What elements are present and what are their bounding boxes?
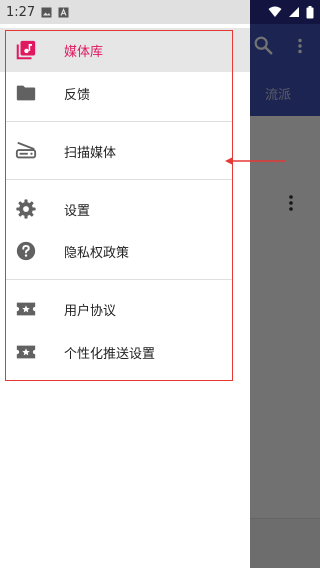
- annotation-highlight-box: [5, 30, 233, 381]
- image-icon: [41, 7, 52, 17]
- status-icons-right: [248, 0, 320, 24]
- status-time: 1:27: [6, 4, 36, 20]
- battery-icon: [306, 5, 314, 18]
- wifi-icon: [268, 6, 282, 17]
- cellular-icon: [289, 7, 299, 17]
- status-bar-left: 1:27: [0, 0, 250, 24]
- a-icon: [58, 7, 69, 17]
- annotation-arrow: [225, 157, 286, 165]
